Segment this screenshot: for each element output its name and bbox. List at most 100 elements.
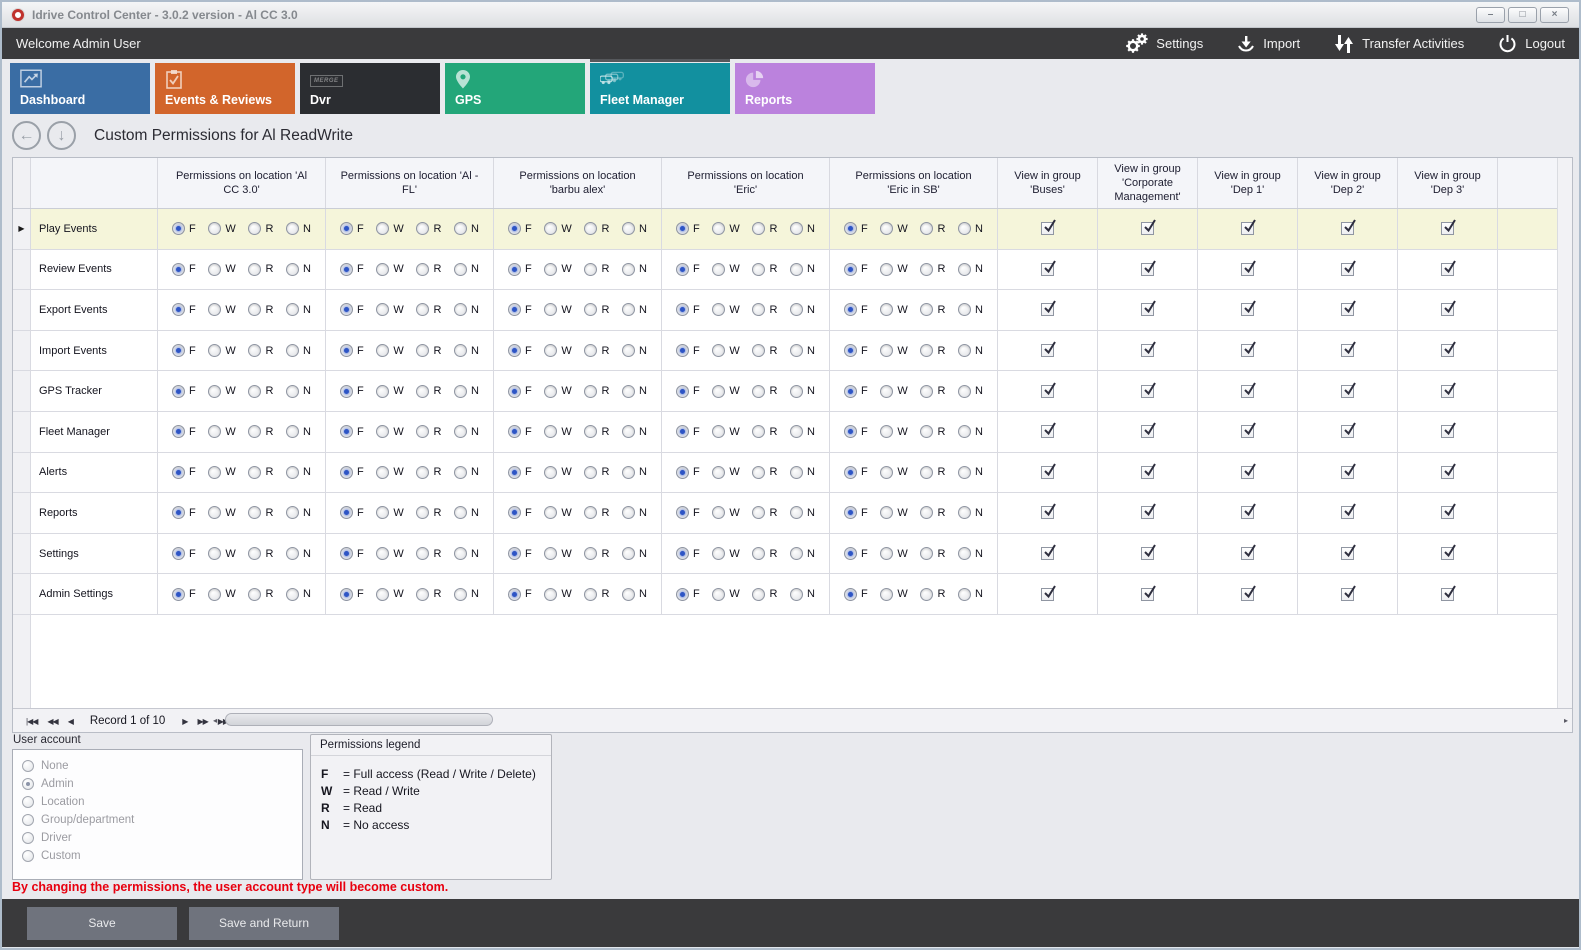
radio-unselected-icon[interactable] (622, 588, 635, 601)
radio-unselected-icon[interactable] (208, 466, 221, 479)
radio-unselected-icon[interactable] (622, 344, 635, 357)
radio-option-w[interactable]: W (544, 588, 571, 601)
horizontal-scrollbar-track[interactable] (225, 713, 1554, 727)
radio-option-r[interactable]: R (920, 588, 945, 601)
radio-selected-icon[interactable] (844, 385, 857, 398)
radio-option-w[interactable]: W (376, 303, 403, 316)
hscroll-right-arrow-icon[interactable]: ▸ (1564, 716, 1568, 725)
radio-unselected-icon[interactable] (544, 263, 557, 276)
radio-selected-icon[interactable] (676, 263, 689, 276)
radio-unselected-icon[interactable] (286, 222, 299, 235)
radio-selected-icon[interactable] (508, 222, 521, 235)
radio-option-f[interactable]: F (676, 303, 700, 316)
checkbox-checked-icon[interactable] (1441, 506, 1454, 519)
radio-selected-icon[interactable] (22, 778, 34, 790)
radio-option-f[interactable]: F (172, 506, 196, 519)
radio-unselected-icon[interactable] (454, 303, 467, 316)
radio-selected-icon[interactable] (676, 222, 689, 235)
radio-option-n[interactable]: N (790, 506, 815, 519)
radio-option-f[interactable]: F (676, 506, 700, 519)
radio-selected-icon[interactable] (676, 303, 689, 316)
radio-option-f[interactable]: F (172, 263, 196, 276)
radio-unselected-icon[interactable] (622, 303, 635, 316)
radio-option-f[interactable]: F (844, 466, 868, 479)
radio-option-w[interactable]: W (544, 344, 571, 357)
radio-unselected-icon[interactable] (544, 425, 557, 438)
radio-option-n[interactable]: N (286, 506, 311, 519)
radio-option-w[interactable]: W (544, 506, 571, 519)
radio-option-f[interactable]: F (844, 547, 868, 560)
radio-selected-icon[interactable] (508, 588, 521, 601)
radio-unselected-icon[interactable] (584, 385, 597, 398)
radio-option-r[interactable]: R (416, 588, 441, 601)
radio-unselected-icon[interactable] (880, 506, 893, 519)
radio-unselected-icon[interactable] (544, 506, 557, 519)
radio-unselected-icon[interactable] (752, 506, 765, 519)
radio-unselected-icon[interactable] (376, 385, 389, 398)
radio-selected-icon[interactable] (844, 588, 857, 601)
prev-record-button[interactable]: ◀ (63, 717, 78, 726)
radio-selected-icon[interactable] (676, 344, 689, 357)
radio-option-r[interactable]: R (920, 303, 945, 316)
radio-unselected-icon[interactable] (454, 385, 467, 398)
radio-selected-icon[interactable] (508, 506, 521, 519)
radio-unselected-icon[interactable] (416, 385, 429, 398)
radio-option-n[interactable]: N (454, 263, 479, 276)
radio-unselected-icon[interactable] (376, 547, 389, 560)
radio-option-w[interactable]: W (880, 425, 907, 438)
radio-unselected-icon[interactable] (752, 222, 765, 235)
radio-unselected-icon[interactable] (416, 588, 429, 601)
user-account-option-custom[interactable]: Custom (22, 847, 302, 865)
radio-unselected-icon[interactable] (752, 425, 765, 438)
radio-unselected-icon[interactable] (712, 425, 725, 438)
checkbox-checked-icon[interactable] (1141, 222, 1154, 235)
checkbox-checked-icon[interactable] (1141, 547, 1154, 560)
radio-option-n[interactable]: N (454, 588, 479, 601)
radio-unselected-icon[interactable] (454, 425, 467, 438)
radio-unselected-icon[interactable] (584, 547, 597, 560)
radio-option-n[interactable]: N (958, 588, 983, 601)
user-account-option-admin[interactable]: Admin (22, 775, 302, 793)
radio-unselected-icon[interactable] (454, 588, 467, 601)
radio-option-w[interactable]: W (712, 222, 739, 235)
radio-unselected-icon[interactable] (544, 303, 557, 316)
radio-selected-icon[interactable] (172, 385, 185, 398)
radio-option-w[interactable]: W (208, 344, 235, 357)
radio-selected-icon[interactable] (172, 506, 185, 519)
radio-option-w[interactable]: W (208, 385, 235, 398)
radio-unselected-icon[interactable] (712, 547, 725, 560)
radio-unselected-icon[interactable] (376, 506, 389, 519)
radio-option-r[interactable]: R (416, 303, 441, 316)
radio-option-n[interactable]: N (286, 263, 311, 276)
radio-selected-icon[interactable] (508, 547, 521, 560)
radio-option-r[interactable]: R (920, 222, 945, 235)
vertical-scrollbar[interactable] (1557, 158, 1572, 708)
radio-option-r[interactable]: R (584, 466, 609, 479)
radio-option-f[interactable]: F (844, 263, 868, 276)
radio-unselected-icon[interactable] (286, 425, 299, 438)
radio-option-n[interactable]: N (958, 263, 983, 276)
first-record-button[interactable]: |◀◀ (21, 717, 42, 726)
radio-option-f[interactable]: F (844, 344, 868, 357)
radio-unselected-icon[interactable] (416, 547, 429, 560)
radio-option-w[interactable]: W (712, 385, 739, 398)
action-import[interactable]: Import (1237, 35, 1300, 53)
radio-option-f[interactable]: F (844, 506, 868, 519)
checkbox-checked-icon[interactable] (1241, 425, 1254, 438)
radio-option-w[interactable]: W (208, 222, 235, 235)
tab-gps[interactable]: GPS (445, 63, 585, 114)
radio-unselected-icon[interactable] (920, 506, 933, 519)
radio-unselected-icon[interactable] (790, 547, 803, 560)
checkbox-checked-icon[interactable] (1041, 588, 1054, 601)
radio-unselected-icon[interactable] (544, 588, 557, 601)
radio-unselected-icon[interactable] (248, 547, 261, 560)
radio-option-r[interactable]: R (248, 222, 273, 235)
radio-selected-icon[interactable] (508, 344, 521, 357)
radio-option-f[interactable]: F (676, 425, 700, 438)
radio-unselected-icon[interactable] (376, 344, 389, 357)
checkbox-checked-icon[interactable] (1041, 385, 1054, 398)
radio-option-f[interactable]: F (676, 466, 700, 479)
checkbox-checked-icon[interactable] (1041, 547, 1054, 560)
radio-unselected-icon[interactable] (286, 506, 299, 519)
radio-selected-icon[interactable] (340, 588, 353, 601)
